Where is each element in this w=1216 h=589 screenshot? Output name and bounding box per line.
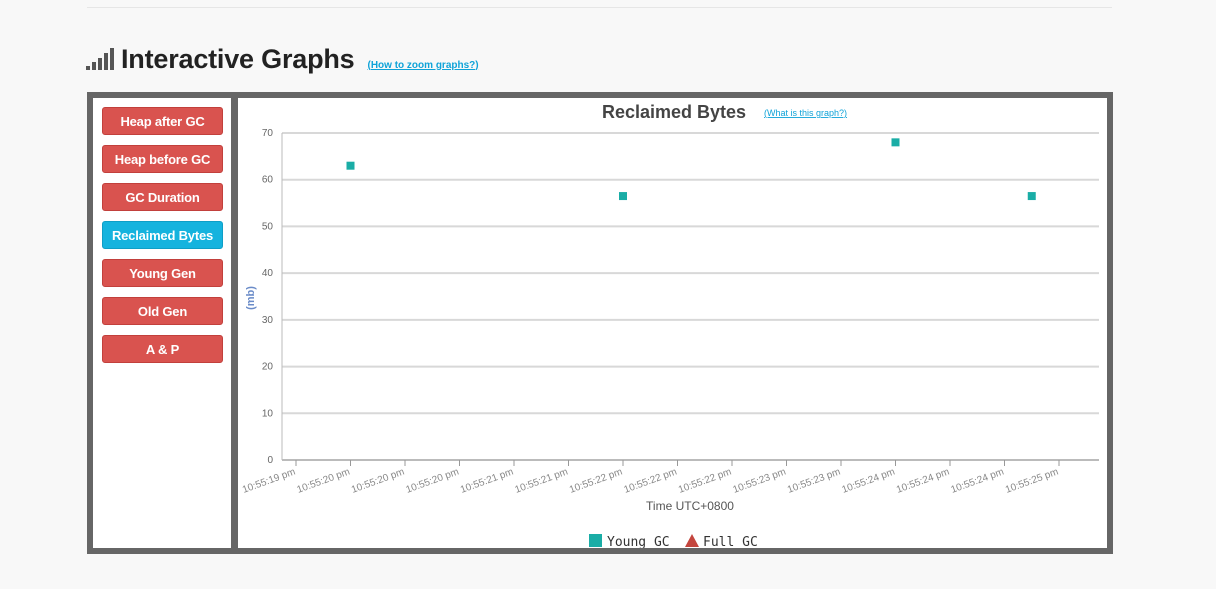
heap-before-gc-button[interactable]: Heap before GC (102, 145, 223, 173)
heap-after-gc-button[interactable]: Heap after GC (102, 107, 223, 135)
legend-full-gc-swatch (685, 534, 699, 547)
y-tick-label: 40 (262, 268, 274, 279)
section-header: Interactive Graphs (How to zoom graphs?) (86, 42, 479, 76)
legend-young-gc-swatch (589, 534, 602, 547)
graphs-frame: Heap after GC Heap before GC GC Duration… (87, 92, 1113, 554)
x-tick-label: 10:55:20 pm (296, 466, 352, 495)
x-tick-label: 10:55:24 pm (841, 466, 897, 495)
how-to-zoom-link[interactable]: (How to zoom graphs?) (368, 60, 479, 71)
young-gen-button[interactable]: Young Gen (102, 259, 223, 287)
x-tick-label: 10:55:19 pm (241, 466, 297, 495)
legend-full-gc-label: Full GC (703, 535, 758, 548)
x-tick-label: 10:55:23 pm (786, 466, 842, 495)
chart-title: Reclaimed Bytes (602, 102, 746, 122)
y-tick-label: 50 (262, 221, 274, 232)
y-tick-label: 30 (262, 315, 274, 326)
x-tick-label: 10:55:21 pm (514, 466, 570, 495)
gc-duration-button[interactable]: GC Duration (102, 183, 223, 211)
y-tick-label: 60 (262, 175, 274, 186)
chart-grid (282, 132, 1099, 461)
y-axis-label: (mb) (245, 286, 257, 310)
y-tick-label: 70 (262, 128, 274, 139)
a-and-p-button[interactable]: A & P (102, 335, 223, 363)
reclaimed-bytes-chart[interactable]: Reclaimed Bytes (What is this graph?) 01… (238, 98, 1107, 548)
x-tick-label: 10:55:20 pm (350, 466, 406, 495)
chart-legend: Young GC Full GC (589, 534, 758, 548)
x-tick-label: 10:55:24 pm (950, 466, 1006, 495)
chart-axes: 01020304050607010:55:19 pm10:55:20 pm10:… (241, 128, 1060, 496)
x-tick-label: 10:55:25 pm (1004, 466, 1060, 495)
young-gc-point[interactable] (619, 192, 627, 201)
signal-bars-icon (86, 48, 114, 70)
graph-selector-sidebar: Heap after GC Heap before GC GC Duration… (93, 98, 231, 548)
y-tick-label: 0 (267, 455, 273, 466)
x-tick-label: 10:55:21 pm (459, 466, 515, 495)
page-title: Interactive Graphs (121, 43, 355, 74)
what-is-this-graph-link[interactable]: (What is this graph?) (764, 108, 847, 118)
x-tick-label: 10:55:22 pm (677, 466, 733, 495)
top-divider (87, 7, 1112, 8)
x-tick-label: 10:55:23 pm (732, 466, 788, 495)
y-tick-label: 20 (262, 362, 274, 373)
chart-panel: Reclaimed Bytes (What is this graph?) 01… (238, 98, 1107, 548)
x-tick-label: 10:55:24 pm (895, 466, 951, 495)
x-tick-label: 10:55:20 pm (405, 466, 461, 495)
young-gc-point[interactable] (891, 138, 900, 147)
x-axis-label: Time UTC+0800 (646, 499, 734, 513)
x-tick-label: 10:55:22 pm (568, 466, 624, 495)
old-gen-button[interactable]: Old Gen (102, 297, 223, 325)
young-gc-point[interactable] (1027, 192, 1036, 201)
reclaimed-bytes-button[interactable]: Reclaimed Bytes (102, 221, 223, 249)
young-gc-point[interactable] (346, 161, 355, 170)
legend-young-gc-label: Young GC (607, 535, 670, 548)
chart-points (346, 138, 1036, 201)
x-tick-label: 10:55:22 pm (623, 466, 679, 495)
y-tick-label: 10 (262, 408, 274, 419)
